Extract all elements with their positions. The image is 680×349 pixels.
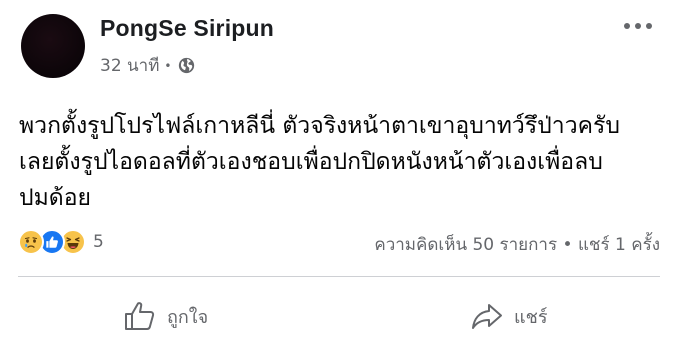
more-dot — [646, 23, 652, 29]
meta-separator: • — [164, 58, 172, 73]
post-body-line: ปมด้อย — [19, 185, 91, 211]
post-time[interactable]: 32 นาที — [100, 52, 159, 79]
author-name[interactable]: PongSe Siripun — [100, 15, 274, 42]
more-dot — [624, 23, 630, 29]
post-meta: 32 นาที • — [100, 52, 195, 79]
sad-reaction-icon — [18, 229, 44, 255]
more-options-icon[interactable] — [624, 22, 652, 30]
more-dot — [635, 23, 641, 29]
share-button-label: แชร์ — [514, 306, 548, 328]
reaction-count: 5 — [93, 232, 104, 252]
share-arrow-icon — [472, 304, 502, 329]
post-body-line: พวกตั้งรูปโปรไฟล์เกาหลีนี่ ตัวจริงหน้าตา… — [19, 113, 620, 139]
facebook-post: PongSe Siripun 32 นาที • พวกตั้งรูปโปรไฟ… — [0, 0, 680, 349]
like-button[interactable]: ถูกใจ — [123, 299, 208, 333]
avatar[interactable] — [21, 14, 85, 78]
share-button[interactable]: แชร์ — [470, 299, 548, 333]
like-button-label: ถูกใจ — [167, 306, 209, 328]
divider — [18, 276, 660, 277]
post-body-line: เลยตั้งรูปไอดอลที่ตัวเองชอบเพื่อปกปิดหนั… — [19, 149, 603, 175]
thumbs-up-icon — [125, 302, 155, 330]
reaction-summary[interactable]: 5 — [18, 228, 104, 256]
globe-icon[interactable] — [178, 57, 195, 74]
comment-share-stats[interactable]: ความคิดเห็น 50 รายการ • แชร์ 1 ครั้ง — [374, 231, 660, 258]
post-body: พวกตั้งรูปโปรไฟล์เกาหลีนี่ ตัวจริงหน้าตา… — [19, 108, 669, 216]
